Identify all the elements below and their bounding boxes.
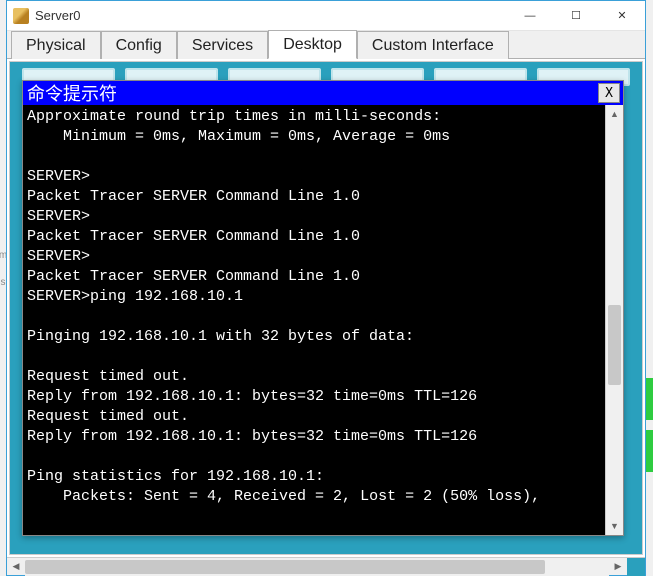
bg-green-block [646, 430, 653, 472]
command-prompt-close-button[interactable]: X [598, 83, 620, 103]
hscroll-track[interactable] [25, 558, 609, 576]
maximize-button[interactable]: ☐ [553, 1, 599, 31]
scroll-up-icon[interactable]: ▲ [606, 105, 623, 123]
outer-hscrollbar[interactable]: ◀ ▶ [7, 557, 645, 575]
app-icon [13, 8, 29, 24]
tab-desktop[interactable]: Desktop [268, 30, 357, 59]
desktop-area: 命令提示符 X Approximate round trip times in … [9, 61, 643, 555]
hscroll-thumb[interactable] [25, 560, 545, 574]
tab-config[interactable]: Config [101, 31, 177, 59]
tabstrip: Physical Config Services Desktop Custom … [7, 31, 645, 59]
scroll-corner [627, 558, 645, 576]
scroll-thumb[interactable] [608, 305, 621, 385]
tab-custom-interface[interactable]: Custom Interface [357, 31, 509, 59]
command-prompt-window: 命令提示符 X Approximate round trip times in … [22, 80, 624, 536]
minimize-button[interactable]: — [507, 1, 553, 31]
command-prompt-titlebar[interactable]: 命令提示符 X [23, 81, 623, 105]
close-button[interactable]: ✕ [599, 1, 645, 31]
app-window: Server0 — ☐ ✕ Physical Config Services D… [6, 0, 646, 576]
scroll-right-icon[interactable]: ▶ [609, 558, 627, 576]
scroll-down-icon[interactable]: ▼ [606, 517, 623, 535]
tab-physical[interactable]: Physical [11, 31, 101, 59]
terminal-output[interactable]: Approximate round trip times in milli-se… [23, 105, 605, 535]
scroll-left-icon[interactable]: ◀ [7, 558, 25, 576]
tab-services[interactable]: Services [177, 31, 268, 59]
command-prompt-title: 命令提示符 [23, 80, 598, 106]
terminal-vscrollbar[interactable]: ▲ ▼ [605, 105, 623, 535]
bg-green-block [646, 378, 653, 420]
window-title: Server0 [35, 8, 81, 23]
titlebar: Server0 — ☐ ✕ [7, 1, 645, 31]
